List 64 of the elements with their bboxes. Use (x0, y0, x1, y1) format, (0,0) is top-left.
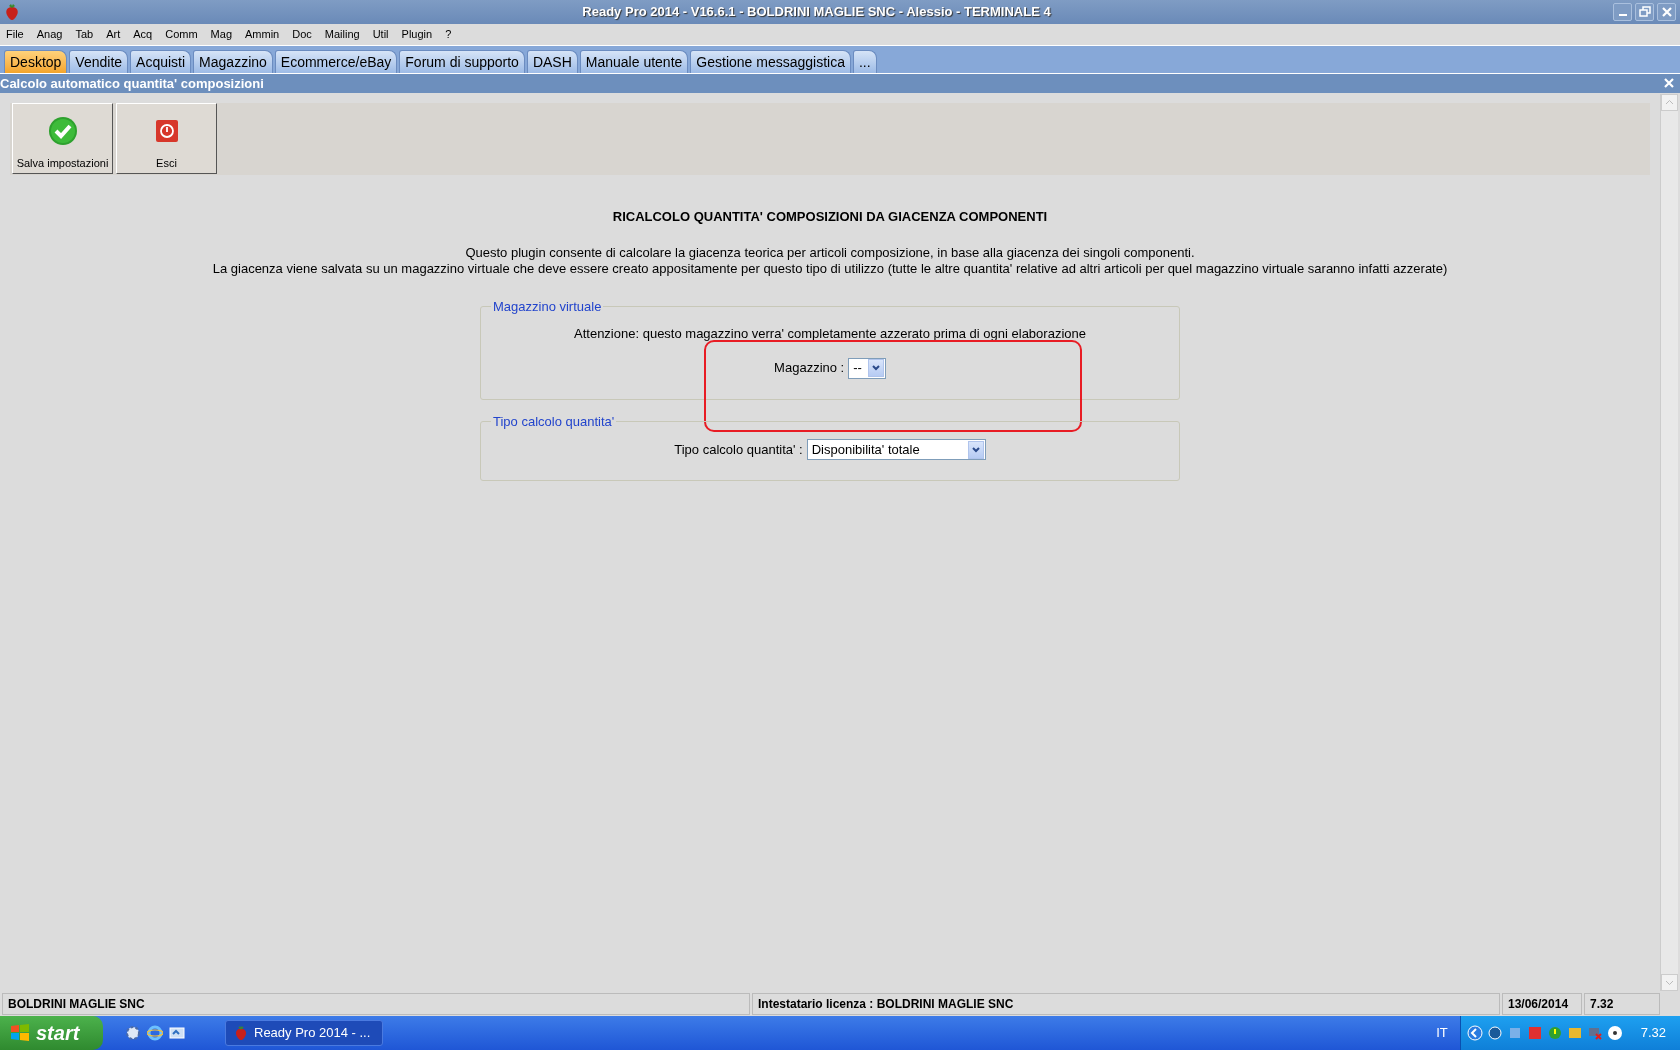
menu-item[interactable]: Anag (36, 26, 63, 43)
minimize-button[interactable] (1613, 3, 1632, 21)
tab[interactable]: Acquisti (130, 50, 192, 73)
circle-icon[interactable] (1486, 1025, 1503, 1041)
menu-item[interactable]: Mailing (324, 26, 360, 43)
menu-item[interactable]: Doc (292, 26, 312, 43)
desktop-icon[interactable] (169, 1025, 185, 1041)
toolbar-button[interactable]: Salva impostazioni (12, 103, 113, 174)
description-text: Questo plugin consente di calcolare la giacenza teorica per articoli composizione, in base alla giacenza dei singoli componenti. (465, 244, 1195, 261)
warning-icon[interactable] (1546, 1025, 1563, 1041)
tab[interactable]: Manuale utente (579, 50, 689, 73)
subwindow-title: Calcolo automatico quantita' composizioni (0, 74, 265, 93)
toolbar-button[interactable]: Esci (116, 103, 217, 174)
page-heading: RICALCOLO QUANTITA' COMPOSIZIONI DA GIACENZA COMPONENTI (611, 208, 1049, 226)
power-icon (154, 119, 179, 143)
checkmark-icon (47, 116, 78, 146)
restore-icon (1636, 4, 1653, 20)
vertical-scrollbar[interactable] (1660, 94, 1678, 991)
menu-item[interactable]: File (6, 26, 24, 43)
close-button[interactable] (1657, 3, 1676, 21)
strawberry-icon (234, 1025, 248, 1041)
menu-item[interactable]: Mag (210, 26, 232, 43)
taskbar-button[interactable]: Ready Pro 2014 - ... (225, 1020, 383, 1046)
tab[interactable]: Ecommerce/eBay (274, 50, 398, 73)
chevron-down-icon (970, 445, 981, 454)
clock: 7.32 (1640, 1024, 1666, 1043)
dropdown[interactable]: Disponibilita' totale (806, 439, 986, 460)
strawberry-icon (4, 3, 20, 21)
group-legend: Tipo calcolo quantita' (491, 411, 617, 431)
field-label: Tipo calcolo quantita' : (674, 440, 803, 459)
close-icon (1662, 75, 1676, 90)
menu-item[interactable]: Util (372, 26, 389, 43)
description-text: La giacenza viene salvata su un magazzino virtuale che deve essere creato appositamente per questo tipo di utilizzo (tutte le altre quantita' relative ad altri articoli per quel magazzino virtuale saranno infatti azzerate) (212, 260, 1448, 277)
field-label: Magazzino : (774, 359, 845, 378)
status-field: Intestatario licenza : BOLDRINI MAGLIE SNC (752, 993, 1500, 1015)
tab[interactable]: Gestione messaggistica (690, 50, 851, 73)
menu-item[interactable]: ? (445, 26, 452, 43)
tab[interactable]: Desktop (4, 50, 68, 73)
minimize-icon (1618, 14, 1627, 16)
tab[interactable]: ... (853, 50, 877, 73)
status-field: 13/06/2014 (1502, 993, 1582, 1015)
menu-item[interactable]: Plugin (401, 26, 433, 43)
menu-item[interactable]: Tab (75, 26, 94, 43)
chevron-down-icon (870, 364, 881, 372)
windows-logo-icon (10, 1024, 30, 1042)
tab[interactable]: Forum di supporto (399, 50, 525, 73)
tab[interactable]: Magazzino (193, 50, 273, 73)
browser-icon[interactable] (147, 1025, 163, 1041)
menu-item[interactable]: Acq (133, 26, 153, 43)
menu-item[interactable]: Ammin (245, 26, 280, 43)
tab[interactable]: Vendite (69, 50, 129, 73)
group-legend: Magazzino virtuale (491, 296, 604, 316)
window-title: Ready Pro 2014 - V16.6.1 - BOLDRINI MAGLIE SNC - Alessio - TERMINALE 4 (581, 3, 1052, 22)
status-field: BOLDRINI MAGLIE SNC (2, 993, 750, 1015)
gear-icon[interactable] (125, 1025, 141, 1041)
language-indicator[interactable]: IT (1436, 1023, 1448, 1043)
menu-item[interactable]: Comm (165, 26, 198, 43)
tab[interactable]: DASH (526, 50, 578, 73)
restore-button[interactable] (1635, 3, 1654, 21)
scroll-up-icon (1661, 94, 1678, 111)
dropdown[interactable]: -- (848, 357, 886, 379)
scroll-down-icon (1661, 974, 1678, 991)
status-field: 7.32 (1584, 993, 1660, 1015)
menu-item[interactable]: Art (106, 26, 121, 43)
